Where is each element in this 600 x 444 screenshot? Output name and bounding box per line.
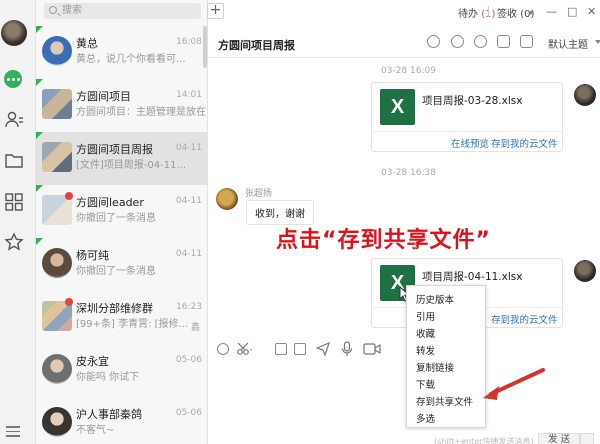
chat-item-weekly-report[interactable]: 方圆间项目周报 [文件]项目周报-04-11... 04-11 [36, 132, 208, 185]
menu-save-to-shared[interactable]: 存到共享文件 [416, 394, 473, 408]
chat-item-yang[interactable]: 杨可纯 你撤回了一条消息 04-11 [36, 238, 208, 291]
theme-select[interactable]: 默认主题 [548, 36, 588, 51]
chat-item-qin[interactable]: 沪人事部秦鸽 不客气~ 05-06 [36, 397, 208, 444]
sender-name: 张超扬 [245, 189, 273, 199]
star-icon[interactable] [4, 232, 24, 252]
avatar [42, 36, 72, 66]
maximize-button[interactable]: □ [567, 5, 577, 18]
pin-marker [36, 26, 43, 33]
excel-icon: X [380, 89, 415, 125]
menu-copy-link[interactable]: 复制链接 [416, 360, 454, 374]
menu-download[interactable]: 下载 [416, 377, 435, 391]
chat-item-huang[interactable]: 黄总 黄总，说几个你看看可... 16:08 [36, 26, 208, 79]
chat-item-leader[interactable]: 方圆间leader 你撤回了一条消息 04-11 [36, 185, 208, 238]
chevron-down-icon[interactable] [595, 40, 600, 44]
my-avatar[interactable] [1, 20, 27, 46]
save-cloud-link[interactable]: 存到我的云文件 [491, 136, 558, 150]
arrow-annotation [483, 368, 545, 400]
avatar [574, 260, 596, 282]
apps-icon[interactable] [4, 192, 24, 212]
menu-icon[interactable] [6, 426, 22, 438]
avatar [42, 142, 72, 172]
unread-dot [65, 192, 73, 200]
folder-upload-icon[interactable] [275, 343, 287, 355]
emoji-icon[interactable] [217, 343, 229, 355]
mute-mark: 鑫 [190, 323, 200, 333]
scissors-icon[interactable] [237, 342, 253, 356]
send-options-button[interactable] [580, 433, 594, 444]
send-file-icon[interactable] [316, 342, 330, 356]
menu-favorite[interactable]: 收藏 [416, 326, 435, 340]
file-message[interactable]: X 项目周报-03-28.xlsx 在线预览 存到我的云文件 [371, 82, 563, 152]
close-button[interactable]: ✕ [587, 5, 596, 18]
instruction-caption: 点击“存到共享文件” [276, 228, 491, 253]
menu-history-version[interactable]: 历史版本 [416, 292, 454, 306]
avatar [42, 89, 72, 119]
pin-marker [36, 79, 43, 86]
chat-list: 黄总 黄总，说几个你看看可... 16:08 方圆间项目 方圆间项目：主题管理是… [36, 26, 208, 444]
timestamp: 4 [412, 242, 418, 252]
preview-link[interactable]: 在线预览 [451, 136, 489, 150]
top-bar: 待办 (1) 签收 (0) — □ ✕ [208, 0, 600, 24]
menu-multi-select[interactable]: 多选 [416, 411, 435, 425]
chat-header: 方圆间项目周报 默认主题 [208, 26, 600, 58]
chat-item-project[interactable]: 方圆间项目 方圆间项目：主题管理是放在... 14:01 [36, 79, 208, 132]
pin-marker [36, 185, 43, 192]
search-icon [49, 6, 57, 14]
clock-icon[interactable] [474, 35, 487, 48]
avatar [216, 188, 238, 210]
chat-icon[interactable] [4, 70, 22, 88]
todo-link[interactable]: 待办 (1) [458, 5, 495, 20]
nav-rail [0, 0, 36, 444]
search-placeholder: 搜索 [62, 5, 82, 16]
unread-dot [65, 298, 73, 306]
chat-item-pi[interactable]: 皮永宜 你能吗 你试下 05-06 [36, 344, 208, 397]
file-name: 项目周报-04-11.xlsx [422, 271, 523, 283]
avatar [42, 248, 72, 278]
avatar [42, 354, 72, 384]
chevron-down-icon[interactable] [528, 11, 534, 15]
comment-icon[interactable] [451, 35, 464, 48]
search-input[interactable]: 搜索 [44, 3, 201, 19]
pin-marker [36, 132, 43, 139]
avatar [574, 84, 596, 106]
avatar [42, 407, 72, 437]
document-icon[interactable] [497, 35, 510, 48]
contacts-icon[interactable] [4, 110, 24, 130]
folder-icon[interactable] [4, 150, 24, 170]
pin-marker [36, 238, 43, 245]
timestamp: 03-28 16:09 [381, 66, 436, 76]
video-icon[interactable] [363, 343, 381, 355]
composer-toolbar [208, 340, 600, 360]
file-actions: 在线预览 存到我的云文件 [372, 131, 562, 152]
send-button[interactable]: 发 送 [538, 433, 580, 444]
send-hint: (shift+enter快捷发送消息) [434, 437, 534, 444]
microphone-icon[interactable] [341, 341, 353, 357]
image-icon[interactable] [294, 343, 306, 355]
folder-icon[interactable] [520, 35, 533, 48]
file-name: 项目周报-03-28.xlsx [422, 95, 523, 107]
save-cloud-link[interactable]: 存到我的云文件 [491, 312, 558, 326]
timestamp: 03-28 16:38 [381, 168, 436, 178]
divider [488, 6, 489, 17]
minimize-button[interactable]: — [546, 5, 557, 18]
chat-title: 方圆间项目周报 [218, 39, 295, 52]
chat-item-shenzhen-repair[interactable]: 深圳分部维修群 [99+条] 李青霄: [报修... 16:23 鑫 [36, 291, 208, 344]
refresh-icon[interactable] [427, 35, 440, 48]
menu-quote[interactable]: 引用 [416, 309, 435, 323]
